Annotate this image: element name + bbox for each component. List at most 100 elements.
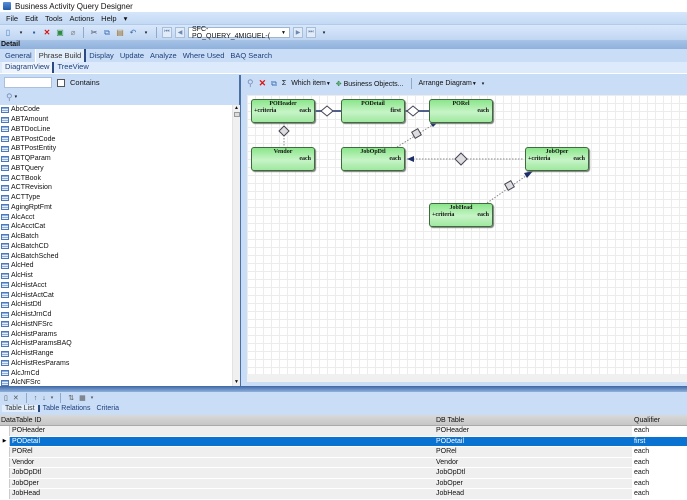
row-selector[interactable] bbox=[0, 426, 10, 436]
cell-datatable-id[interactable]: PODetail bbox=[10, 438, 434, 445]
tab-criteria[interactable]: Criteria bbox=[93, 405, 122, 412]
table-node-jobopdtl[interactable]: JobOpDtl each bbox=[341, 147, 405, 171]
menu-overflow-icon[interactable]: ▾ bbox=[124, 14, 128, 23]
table-list-scrollbar[interactable]: ▲ ▼ bbox=[232, 105, 240, 386]
table-list-item[interactable]: ACTBook bbox=[0, 173, 240, 183]
last-record-button[interactable]: ⏭ bbox=[306, 27, 316, 38]
table-list-item[interactable]: ABTDocLine bbox=[0, 125, 240, 135]
refresh-icon[interactable]: ▣ bbox=[55, 28, 65, 38]
add-relation-icon[interactable]: ⚲ bbox=[247, 78, 254, 89]
table-list-item[interactable]: AlcHed bbox=[0, 261, 240, 271]
tab-display[interactable]: Display bbox=[86, 51, 117, 62]
table-list-item[interactable]: ABTPostCode bbox=[0, 134, 240, 144]
column-header-qualifier[interactable]: Qualifier bbox=[632, 415, 687, 425]
table-node-jobhead[interactable]: JobHead +criteria each bbox=[429, 203, 493, 227]
next-record-button[interactable]: ▶ bbox=[293, 27, 303, 38]
column-header-datatable-id[interactable]: DataTable ID bbox=[0, 417, 434, 424]
clear-icon[interactable]: ⌀ bbox=[68, 28, 78, 38]
table-list-item[interactable]: AlcHistResParams bbox=[0, 359, 240, 369]
tab-baq-search[interactable]: BAQ Search bbox=[227, 51, 275, 62]
delete-row-icon[interactable]: ✕ bbox=[13, 394, 19, 402]
table-list-item[interactable]: AlcHistDtl bbox=[0, 300, 240, 310]
table-list-item[interactable]: AlcHistParams bbox=[0, 329, 240, 339]
scroll-up-icon[interactable]: ▲ bbox=[233, 105, 240, 111]
table-list-item[interactable]: AlcHistJrnCd bbox=[0, 310, 240, 320]
which-item-dropdown[interactable]: Which item▼ bbox=[291, 80, 331, 87]
grid-row[interactable]: JobHead JobHead each bbox=[0, 489, 687, 500]
row-selector[interactable] bbox=[0, 447, 10, 457]
table-list-item[interactable]: ACTRevision bbox=[0, 183, 240, 193]
cell-datatable-id[interactable]: JobHead bbox=[10, 490, 434, 497]
cell-db-table[interactable]: JobOpDtl bbox=[434, 469, 632, 476]
table-list-item[interactable]: AgingRptFmt bbox=[0, 203, 240, 213]
cell-qualifier[interactable]: each bbox=[632, 489, 687, 499]
business-objects-button[interactable]: ✥ Business Objects... bbox=[336, 80, 404, 88]
menu-actions[interactable]: Actions bbox=[70, 14, 95, 23]
cut-icon[interactable]: ✂ bbox=[89, 28, 99, 38]
delete-icon[interactable]: ✕ bbox=[259, 78, 267, 89]
grid-row[interactable]: ▶ PODetail PODetail first bbox=[0, 436, 687, 447]
table-list-item[interactable]: ABTAmount bbox=[0, 115, 240, 125]
dropdown-icon[interactable]: ▾ bbox=[51, 395, 54, 401]
table-list-item[interactable]: ABTQParam bbox=[0, 154, 240, 164]
table-list-item[interactable]: AlcBatchSched bbox=[0, 251, 240, 261]
row-selector[interactable] bbox=[0, 457, 10, 467]
first-record-button[interactable]: ⏮ bbox=[162, 27, 172, 38]
new-row-icon[interactable]: ▯ bbox=[4, 394, 8, 402]
row-selector[interactable] bbox=[0, 468, 10, 478]
table-list-item[interactable]: AlcHistParamsBAQ bbox=[0, 339, 240, 349]
cell-qualifier[interactable]: each bbox=[632, 426, 687, 436]
diagram-canvas[interactable]: POHeader +criteria each PODetail first PORel e… bbox=[247, 95, 687, 374]
sum-icon[interactable]: Σ bbox=[282, 80, 286, 87]
table-list-item[interactable]: AlcHistAcct bbox=[0, 281, 240, 291]
cell-datatable-id[interactable]: POHeader bbox=[10, 427, 434, 434]
query-select[interactable]: SFC-PO_QUERY_4MIGUEL-( ▼ bbox=[188, 26, 290, 40]
cell-qualifier[interactable]: each bbox=[632, 447, 687, 457]
tab-general[interactable]: General bbox=[2, 51, 35, 62]
new-icon[interactable]: ▯ bbox=[3, 28, 13, 38]
table-node-vendor[interactable]: Vendor each bbox=[251, 147, 315, 171]
grid-row[interactable]: PORel PORel each bbox=[0, 447, 687, 458]
cell-db-table[interactable]: PORel bbox=[434, 448, 632, 455]
dropdown-icon[interactable]: ▾ bbox=[16, 28, 26, 38]
tab-analyze[interactable]: Analyze bbox=[147, 51, 180, 62]
cell-qualifier[interactable]: first bbox=[632, 436, 687, 446]
grid-row[interactable]: Vendor Vendor each bbox=[0, 457, 687, 468]
save-icon[interactable]: ▪ bbox=[29, 28, 39, 38]
cell-qualifier[interactable]: each bbox=[632, 457, 687, 467]
column-header-db-table[interactable]: DB Table bbox=[434, 417, 632, 424]
table-list-item[interactable]: AlcHistActCat bbox=[0, 290, 240, 300]
cell-db-table[interactable]: Vendor bbox=[434, 459, 632, 466]
table-list-item[interactable]: AlcHistNFSrc bbox=[0, 320, 240, 330]
grid-row[interactable]: JobOpDtl JobOpDtl each bbox=[0, 468, 687, 479]
diagram-scrollbar[interactable] bbox=[247, 374, 687, 382]
menu-help[interactable]: Help bbox=[101, 14, 116, 23]
row-selector[interactable] bbox=[0, 489, 10, 499]
table-node-joboper[interactable]: JobOper +criteria each bbox=[525, 147, 589, 171]
row-selector[interactable] bbox=[0, 478, 10, 488]
tab-tree-view[interactable]: TreeView bbox=[54, 62, 91, 73]
copy-icon[interactable]: ⧉ bbox=[102, 28, 112, 38]
relation-jobhead-joboper[interactable] bbox=[486, 170, 534, 204]
table-list-item[interactable]: AlcNFSrc bbox=[0, 378, 240, 386]
previous-record-button[interactable]: ◀ bbox=[175, 27, 185, 38]
tab-table-relations[interactable]: Table Relations bbox=[40, 405, 94, 412]
undo-icon[interactable]: ↶ bbox=[128, 28, 138, 38]
table-search-input[interactable] bbox=[4, 77, 52, 88]
relation-jobopdtl-porel[interactable] bbox=[396, 120, 440, 148]
move-up-icon[interactable]: ↑ bbox=[34, 395, 38, 402]
table-list-item[interactable]: AlcJrnCd bbox=[0, 368, 240, 378]
cell-db-table[interactable]: JobOper bbox=[434, 480, 632, 487]
tab-diagram-view[interactable]: DiagramView bbox=[2, 62, 55, 73]
cell-db-table[interactable]: PODetail bbox=[434, 438, 632, 445]
relation-joboper-jobopdtl[interactable] bbox=[407, 152, 523, 166]
table-node-porel[interactable]: PORel each bbox=[429, 99, 493, 123]
scroll-thumb[interactable] bbox=[233, 112, 240, 117]
tab-where-used[interactable]: Where Used bbox=[180, 51, 228, 62]
table-list-item[interactable]: AlcAcct bbox=[0, 212, 240, 222]
menu-file[interactable]: File bbox=[6, 14, 18, 23]
cell-datatable-id[interactable]: Vendor bbox=[10, 459, 434, 466]
table-list-item[interactable]: AlcHist bbox=[0, 271, 240, 281]
cell-datatable-id[interactable]: JobOpDtl bbox=[10, 469, 434, 476]
table-node-poheader[interactable]: POHeader +criteria each bbox=[251, 99, 315, 123]
